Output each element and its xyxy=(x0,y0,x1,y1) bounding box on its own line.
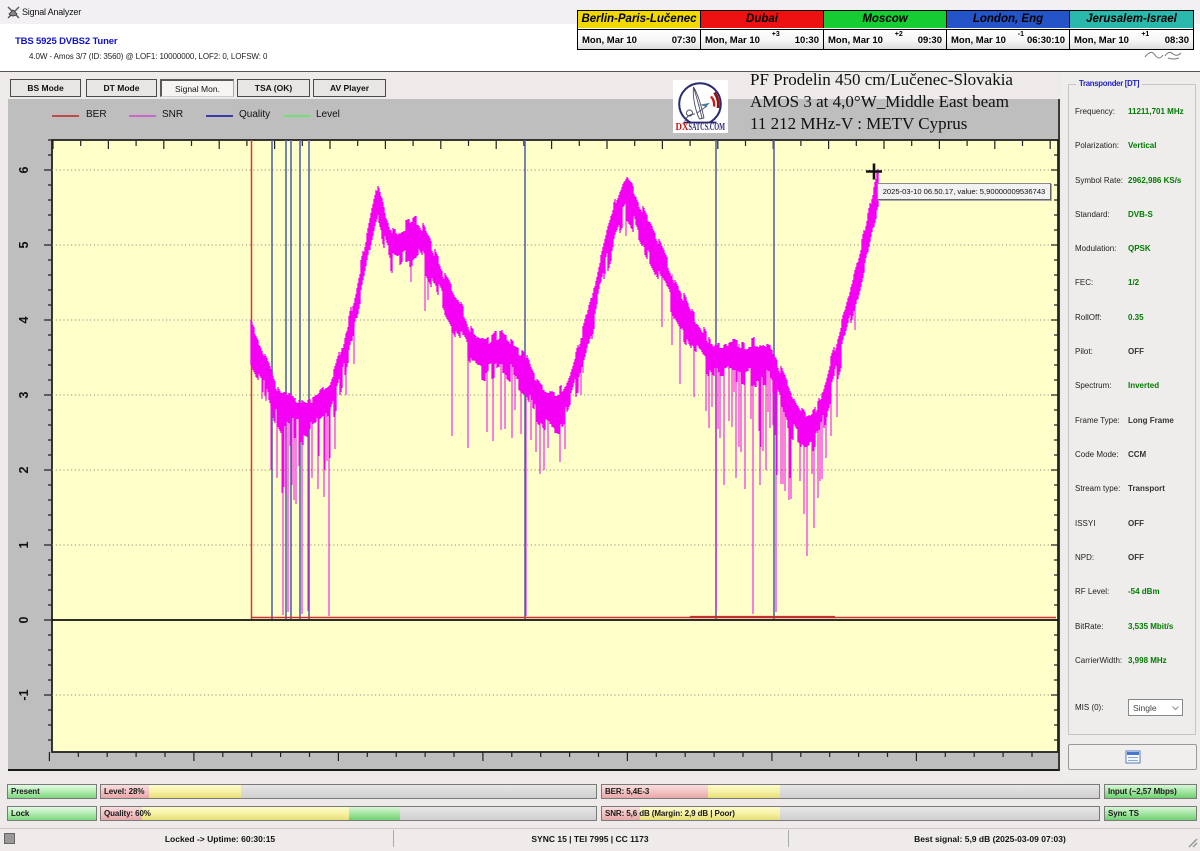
svg-text:SATCS.COM: SATCS.COM xyxy=(689,122,726,133)
svg-text:DX: DX xyxy=(676,122,690,133)
